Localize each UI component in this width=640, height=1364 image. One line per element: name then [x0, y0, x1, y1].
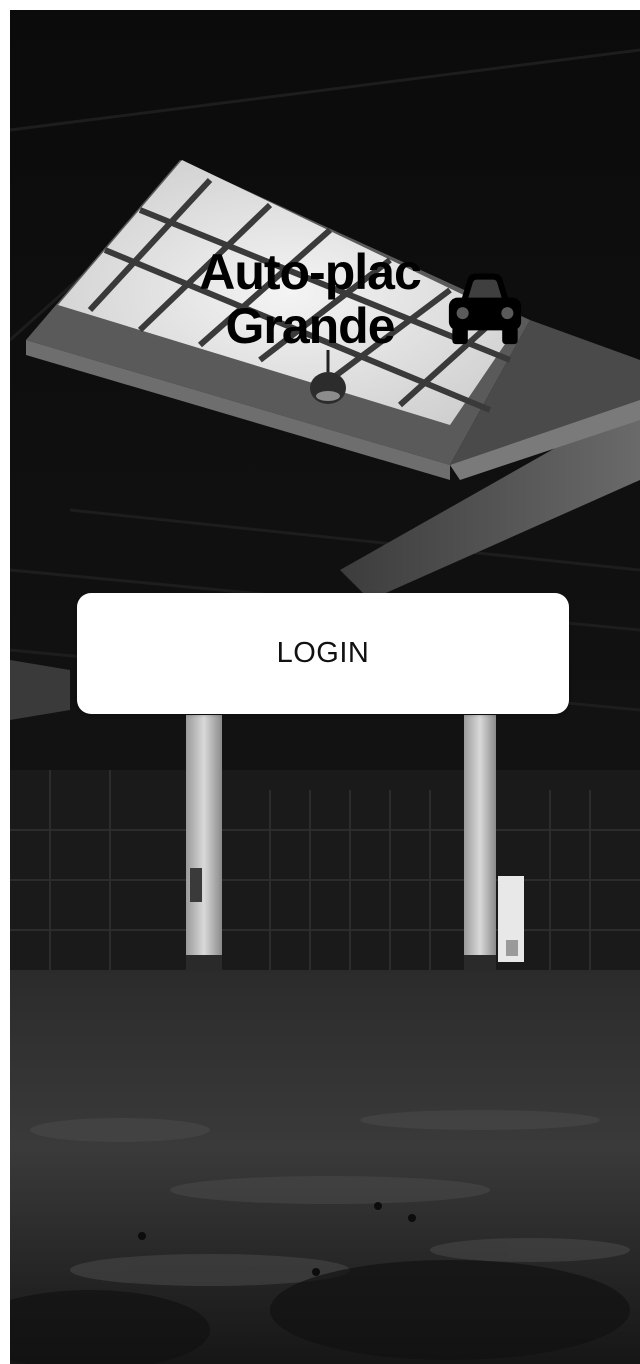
app-title-line2: Grande	[225, 298, 395, 354]
car-icon	[448, 273, 522, 345]
login-button[interactable]: LOGIN	[77, 593, 569, 714]
app-title-line1: Auto-plac	[199, 244, 422, 300]
login-button-label: LOGIN	[276, 637, 370, 669]
app-title: Auto-plac Grande	[165, 245, 455, 353]
app-screen: Auto-plac Grande LOGIN	[10, 10, 640, 1364]
app-logo: Auto-plac Grande	[165, 245, 545, 385]
